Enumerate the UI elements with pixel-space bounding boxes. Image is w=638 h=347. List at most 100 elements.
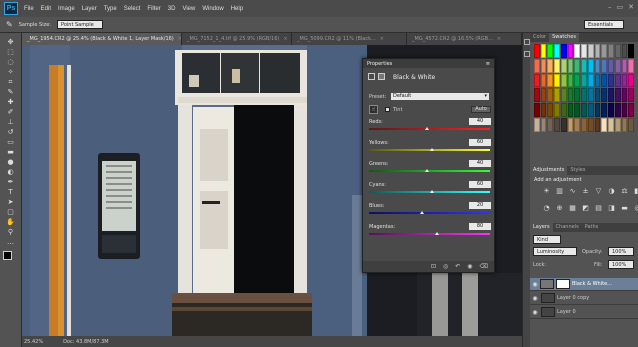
history-icon[interactable]	[523, 39, 530, 45]
color-swatch[interactable]	[534, 103, 540, 118]
slider-track[interactable]	[369, 128, 490, 130]
brush-tool-icon[interactable]: ✐	[3, 108, 19, 117]
color-swatch[interactable]	[594, 44, 601, 58]
color-swatch[interactable]	[560, 118, 567, 132]
color-swatch[interactable]	[540, 103, 547, 118]
color-swatch[interactable]	[554, 58, 560, 73]
color-swatch[interactable]	[608, 73, 614, 88]
color-swatch[interactable]	[594, 58, 601, 73]
color-swatch[interactable]	[574, 58, 581, 73]
blur-tool-icon[interactable]: ●	[3, 158, 19, 167]
color-swatch[interactable]	[621, 88, 628, 103]
color-swatch[interactable]	[601, 118, 608, 132]
color-swatch[interactable]	[628, 88, 634, 103]
color-swatch[interactable]	[621, 58, 628, 73]
fill-input[interactable]: 100%	[608, 260, 634, 269]
slider-thumb[interactable]	[434, 232, 439, 235]
menu-3d[interactable]: 3D	[168, 6, 176, 12]
color-swatch[interactable]	[621, 103, 628, 118]
color-swatch[interactable]	[540, 58, 547, 73]
color-swatch[interactable]	[608, 103, 614, 118]
color-swatch[interactable]	[601, 58, 608, 73]
tab-layers[interactable]: Layers	[530, 223, 553, 232]
blend-mode-select[interactable]: Luminosity	[533, 247, 577, 256]
invert-icon[interactable]: ◩	[581, 204, 590, 218]
zoom-tool-icon[interactable]: ⚲	[3, 228, 19, 237]
color-lookup-icon[interactable]: ▦	[568, 204, 577, 218]
selective-color-icon[interactable]: ◎	[633, 204, 638, 218]
tab-channels[interactable]: Channels	[553, 223, 582, 232]
color-swatch[interactable]	[587, 88, 594, 103]
color-swatch[interactable]	[567, 103, 574, 118]
color-swatch[interactable]	[587, 73, 594, 88]
menu-select[interactable]: Select	[124, 6, 141, 12]
color-swatch[interactable]	[587, 118, 594, 132]
tab-paths[interactable]: Paths	[582, 223, 602, 232]
color-swatch[interactable]	[560, 58, 567, 73]
eyedropper-icon[interactable]: ✎	[6, 20, 13, 29]
menu-window[interactable]: Window	[202, 6, 223, 12]
reset-icon[interactable]: ↶	[455, 263, 460, 270]
workspace-select[interactable]: Essentials	[584, 20, 624, 29]
color-swatch[interactable]	[594, 103, 601, 118]
dodge-tool-icon[interactable]: ◐	[3, 168, 19, 177]
type-tool-icon[interactable]: T	[3, 188, 19, 197]
photo-filter-icon[interactable]: ◔	[542, 204, 551, 218]
view-previous-icon[interactable]: ◎	[443, 263, 448, 270]
mask-icon[interactable]	[378, 73, 385, 80]
color-swatch[interactable]	[534, 73, 540, 88]
color-swatch[interactable]	[574, 44, 581, 58]
panel-menu-icon[interactable]: ≡	[486, 61, 490, 67]
trash-icon[interactable]: ⌫	[480, 263, 488, 270]
color-swatch[interactable]	[614, 118, 621, 132]
menu-view[interactable]: View	[182, 6, 195, 12]
actions-icon[interactable]	[523, 51, 530, 57]
slider-value-input[interactable]: 60	[469, 139, 491, 146]
slider-thumb[interactable]	[425, 169, 430, 172]
slider-thumb[interactable]	[429, 148, 434, 151]
color-swatch[interactable]	[608, 118, 614, 132]
color-swatch[interactable]	[547, 44, 554, 58]
more-tools-icon[interactable]: …	[3, 238, 19, 247]
color-swatch[interactable]	[567, 118, 574, 132]
color-swatch[interactable]	[554, 88, 560, 103]
color-swatch[interactable]	[560, 73, 567, 88]
auto-button[interactable]: Auto	[471, 106, 491, 113]
menu-type[interactable]: Type	[104, 6, 117, 12]
color-swatch[interactable]	[614, 73, 621, 88]
minimize-icon[interactable]: –	[608, 3, 612, 11]
color-swatch[interactable]	[594, 118, 601, 132]
marquee-tool-icon[interactable]: ⬚	[3, 48, 19, 57]
zoom-level[interactable]: 25.42%	[24, 339, 43, 345]
move-tool-icon[interactable]: ✥	[3, 38, 19, 47]
properties-tab[interactable]: Properties	[367, 61, 392, 67]
color-swatches[interactable]	[0, 251, 21, 269]
eye-icon[interactable]: ◉	[530, 281, 540, 288]
slider-track[interactable]	[369, 212, 490, 214]
levels-icon[interactable]: ▥	[555, 187, 564, 201]
hand-tool-icon[interactable]: ✋	[3, 218, 19, 227]
curves-icon[interactable]: ∿	[568, 187, 577, 201]
posterize-icon[interactable]: ▤	[594, 204, 603, 218]
exposure-icon[interactable]: ±	[581, 187, 590, 201]
eraser-tool-icon[interactable]: ▭	[3, 138, 19, 147]
color-swatch[interactable]	[560, 44, 567, 58]
color-swatch[interactable]	[574, 88, 581, 103]
color-swatch[interactable]	[608, 88, 614, 103]
color-swatch[interactable]	[540, 73, 547, 88]
color-swatch[interactable]	[547, 73, 554, 88]
color-swatch[interactable]	[567, 73, 574, 88]
menu-help[interactable]: Help	[231, 6, 243, 12]
color-swatch[interactable]	[614, 44, 621, 58]
close-tab-icon[interactable]: ×	[283, 36, 287, 42]
color-swatch[interactable]	[594, 73, 601, 88]
eye-icon[interactable]: ◉	[530, 295, 540, 302]
layer-row[interactable]: ◉ Layer 0 copy	[530, 292, 638, 305]
gradient-tool-icon[interactable]: ▬	[3, 148, 19, 157]
slider-value-input[interactable]: 40	[469, 118, 491, 125]
opacity-input[interactable]: 100%	[608, 247, 634, 256]
layer-row[interactable]: ◉ Black & White...	[530, 278, 638, 291]
crop-tool-icon[interactable]: ⌗	[3, 78, 19, 87]
tab-swatches[interactable]: Swatches	[549, 33, 579, 42]
preset-select[interactable]: Default ▾	[391, 93, 489, 100]
